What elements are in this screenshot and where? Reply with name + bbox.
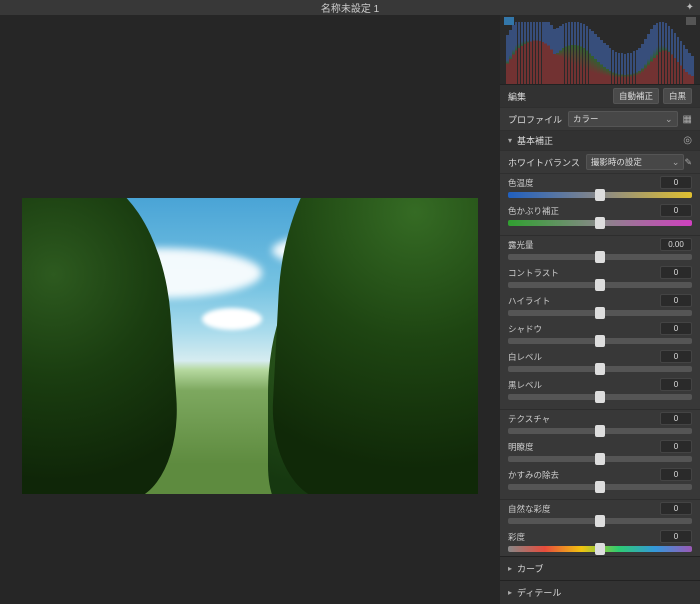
- detail-label: ディテール: [517, 586, 561, 599]
- exposure-slider-row: 露光量 0.00: [500, 236, 700, 264]
- profile-label: プロファイル: [508, 113, 562, 126]
- clarity-value[interactable]: 0: [660, 440, 692, 453]
- edit-panel: 編集 自動補正 白黒 プロファイル カラー ▦ ▾ 基本補正 ◎ ホワイトバラン…: [500, 15, 700, 604]
- image-canvas[interactable]: [0, 15, 500, 604]
- highlight-label: ハイライト: [508, 295, 550, 307]
- texture-thumb[interactable]: [595, 425, 605, 437]
- contrast-label: コントラスト: [508, 267, 559, 279]
- vibrance-label: 自然な彩度: [508, 503, 551, 515]
- edit-header-row: 編集 自動補正 白黒: [500, 85, 700, 108]
- grid-icon[interactable]: ▦: [683, 114, 692, 125]
- curve-label: カーブ: [517, 562, 543, 575]
- black-slider-row: 黒レベル 0: [500, 376, 700, 404]
- white-label: 白レベル: [508, 351, 542, 363]
- exposure-label: 露光量: [508, 239, 534, 251]
- chevron-down-icon: [665, 114, 673, 125]
- texture-label: テクスチャ: [508, 413, 550, 425]
- highlight-clip-icon[interactable]: [686, 17, 696, 25]
- eyedropper-icon[interactable]: ✎: [684, 157, 692, 168]
- contrast-slider-row: コントラスト 0: [500, 264, 700, 292]
- clarity-slider[interactable]: [508, 456, 692, 462]
- chevron-right-icon: ▸: [508, 564, 512, 573]
- contrast-slider[interactable]: [508, 282, 692, 288]
- clarity-label: 明瞭度: [508, 441, 534, 453]
- dehaze-thumb[interactable]: [595, 481, 605, 493]
- tint-label: 色かぶり補正: [508, 205, 559, 217]
- gear-icon[interactable]: ✦: [686, 2, 694, 13]
- chevron-right-icon: ▸: [508, 588, 512, 597]
- vibrance-thumb[interactable]: [595, 515, 605, 527]
- tint-slider[interactable]: [508, 220, 692, 226]
- wb-select[interactable]: 撮影時の設定: [586, 154, 685, 170]
- basic-title: 基本補正: [517, 134, 553, 147]
- temp-thumb[interactable]: [595, 189, 605, 201]
- shadow-value[interactable]: 0: [660, 322, 692, 335]
- exposure-thumb[interactable]: [595, 251, 605, 263]
- histogram[interactable]: [500, 15, 700, 85]
- shadow-slider[interactable]: [508, 338, 692, 344]
- clarity-slider-row: 明瞭度 0: [500, 438, 700, 466]
- exposure-slider[interactable]: [508, 254, 692, 260]
- sat-value[interactable]: 0: [660, 530, 692, 543]
- temp-value[interactable]: 0: [660, 176, 692, 189]
- temp-label: 色温度: [508, 177, 534, 189]
- white-thumb[interactable]: [595, 363, 605, 375]
- vibrance-slider-row: 自然な彩度 0: [500, 500, 700, 528]
- black-label: 黒レベル: [508, 379, 542, 391]
- highlight-value[interactable]: 0: [660, 294, 692, 307]
- main-area: 編集 自動補正 白黒 プロファイル カラー ▦ ▾ 基本補正 ◎ ホワイトバラン…: [0, 15, 700, 604]
- black-thumb[interactable]: [595, 391, 605, 403]
- black-value[interactable]: 0: [660, 378, 692, 391]
- shadow-clip-icon[interactable]: [504, 17, 514, 25]
- edit-label: 編集: [508, 90, 526, 103]
- white-slider-row: 白レベル 0: [500, 348, 700, 376]
- chevron-down-icon: ▾: [508, 136, 512, 145]
- dehaze-slider-row: かすみの除去 0: [500, 466, 700, 494]
- tint-value[interactable]: 0: [660, 204, 692, 217]
- sat-slider[interactable]: [508, 546, 692, 552]
- black-slider[interactable]: [508, 394, 692, 400]
- sat-slider-row: 彩度 0: [500, 528, 700, 556]
- bw-button[interactable]: 白黒: [663, 88, 692, 104]
- highlight-thumb[interactable]: [595, 307, 605, 319]
- basic-section-header[interactable]: ▾ 基本補正 ◎: [500, 131, 700, 151]
- vibrance-value[interactable]: 0: [660, 502, 692, 515]
- document-title: 名称未設定 1: [321, 0, 379, 15]
- detail-section[interactable]: ▸ ディテール: [500, 580, 700, 604]
- chevron-down-icon: [672, 157, 680, 168]
- profile-row: プロファイル カラー ▦: [500, 108, 700, 131]
- highlight-slider[interactable]: [508, 310, 692, 316]
- white-value[interactable]: 0: [660, 350, 692, 363]
- wb-label: ホワイトバランス: [508, 156, 580, 169]
- shadow-label: シャドウ: [508, 323, 542, 335]
- preview-image: [22, 198, 478, 494]
- sat-label: 彩度: [508, 531, 525, 543]
- curve-section[interactable]: ▸ カーブ: [500, 556, 700, 580]
- dehaze-label: かすみの除去: [508, 469, 559, 481]
- title-bar: 名称未設定 1 ✦: [0, 0, 700, 15]
- exposure-value[interactable]: 0.00: [660, 238, 692, 251]
- sat-thumb[interactable]: [595, 543, 605, 555]
- highlight-slider-row: ハイライト 0: [500, 292, 700, 320]
- temp-slider[interactable]: [508, 192, 692, 198]
- wb-row: ホワイトバランス 撮影時の設定 ✎: [500, 151, 700, 174]
- temp-slider-row: 色温度 0: [500, 174, 700, 202]
- texture-value[interactable]: 0: [660, 412, 692, 425]
- shadow-thumb[interactable]: [595, 335, 605, 347]
- vibrance-slider[interactable]: [508, 518, 692, 524]
- profile-select[interactable]: カラー: [568, 111, 678, 127]
- white-slider[interactable]: [508, 366, 692, 372]
- shadow-slider-row: シャドウ 0: [500, 320, 700, 348]
- contrast-value[interactable]: 0: [660, 266, 692, 279]
- tint-thumb[interactable]: [595, 217, 605, 229]
- tint-slider-row: 色かぶり補正 0: [500, 202, 700, 230]
- eye-icon[interactable]: ◎: [683, 135, 692, 146]
- auto-button[interactable]: 自動補正: [613, 88, 659, 104]
- dehaze-value[interactable]: 0: [660, 468, 692, 481]
- texture-slider-row: テクスチャ 0: [500, 410, 700, 438]
- dehaze-slider[interactable]: [508, 484, 692, 490]
- contrast-thumb[interactable]: [595, 279, 605, 291]
- texture-slider[interactable]: [508, 428, 692, 434]
- clarity-thumb[interactable]: [595, 453, 605, 465]
